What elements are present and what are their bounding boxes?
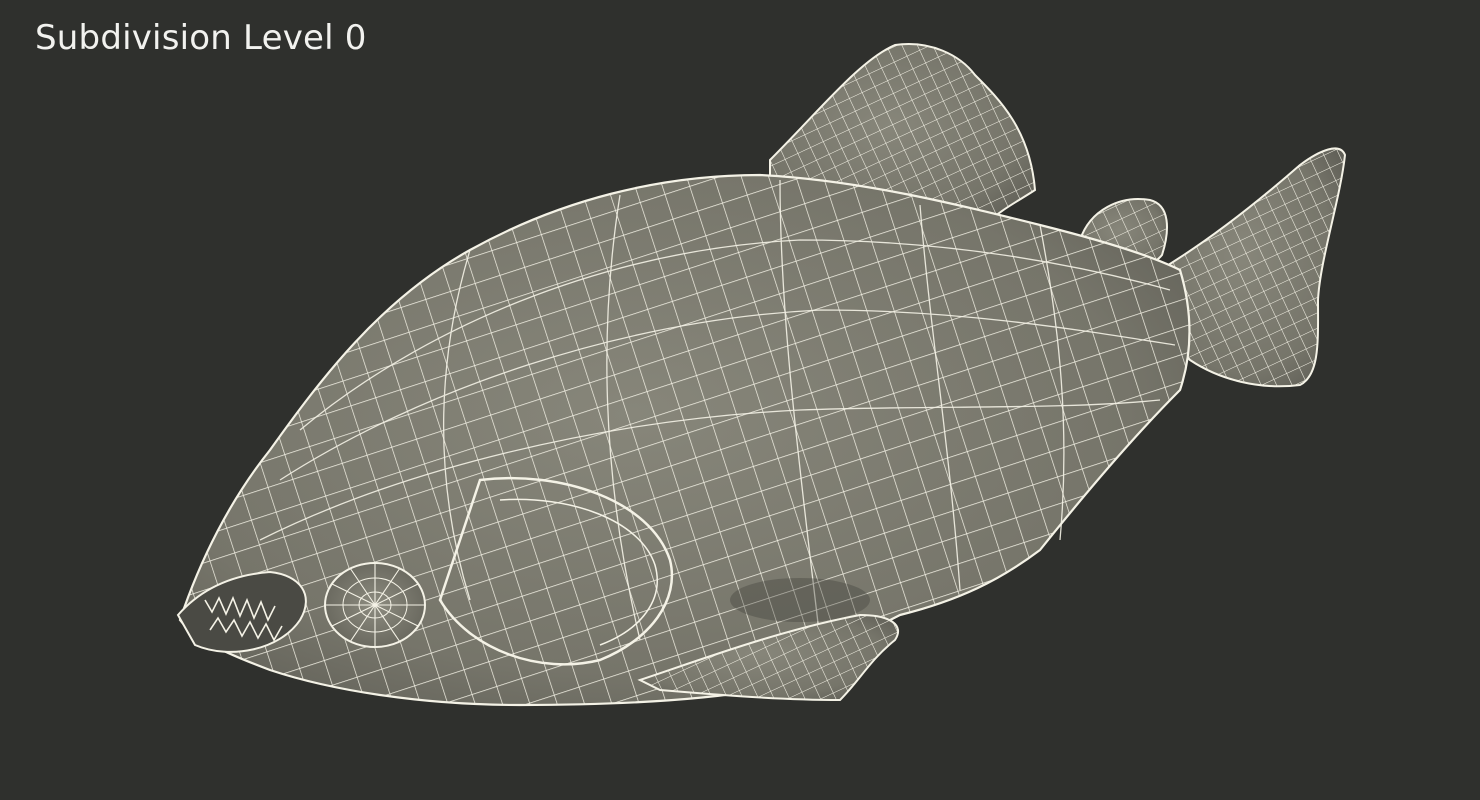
subdivision-level-caption: Subdivision Level 0	[35, 18, 367, 58]
eye	[324, 562, 426, 648]
render-viewport: Subdivision Level 0	[0, 0, 1480, 800]
piranha-wireframe-render	[176, 43, 1347, 707]
